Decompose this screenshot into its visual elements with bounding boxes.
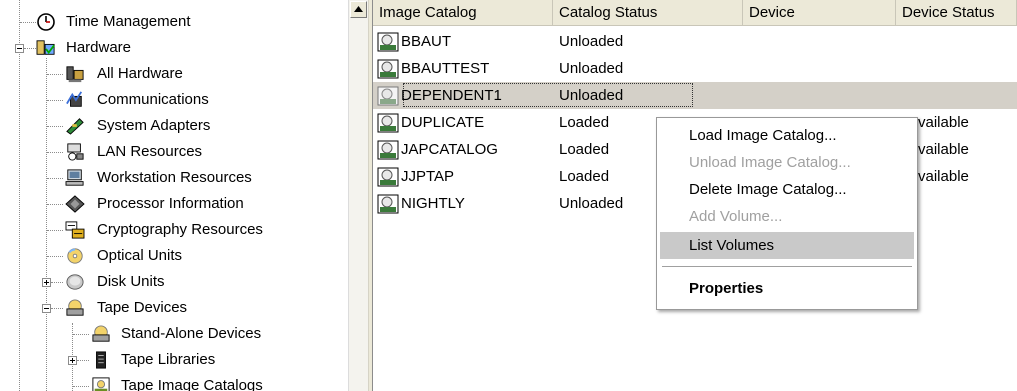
tree-item-lan-resources[interactable]: LAN Resources — [0, 139, 340, 165]
tree-item-stand-alone-devices[interactable]: Stand-Alone Devices — [0, 321, 340, 347]
image-catalog-icon — [377, 194, 399, 214]
list-header: Image Catalog Catalog Status Device Devi… — [373, 0, 1017, 26]
catalog-name: DEPENDENT1 — [401, 87, 502, 104]
tree-item-label: Disk Units — [97, 273, 165, 290]
optical-units-icon — [67, 248, 83, 264]
column-header-catalog-status[interactable]: Catalog Status — [553, 0, 743, 25]
cryptography-icon — [65, 221, 85, 239]
window: Time Management Hardware All Hardware Co… — [0, 0, 1017, 391]
tree-item-communications[interactable]: Communications — [0, 87, 340, 113]
system-adapters-icon — [66, 118, 84, 135]
communications-icon — [66, 91, 83, 107]
menu-item-load-image-catalog[interactable]: Load Image Catalog... — [660, 122, 914, 149]
device-status: vailable — [918, 168, 969, 185]
processor-icon — [65, 195, 85, 213]
menu-item-properties[interactable]: Properties — [660, 275, 914, 302]
image-catalog-icon — [377, 140, 399, 160]
image-catalog-icon — [377, 113, 399, 133]
table-row-selected[interactable]: DEPENDENT1 Unloaded — [373, 82, 1017, 109]
collapse-toggle[interactable] — [15, 44, 24, 53]
column-header-device-status[interactable]: Device Status — [896, 0, 1017, 25]
tape-image-catalogs-icon — [92, 377, 110, 391]
catalog-status: Unloaded — [559, 33, 624, 50]
tree-item-label: All Hardware — [97, 65, 183, 82]
tree-item-label: Stand-Alone Devices — [121, 325, 262, 342]
tree-item-label: Tape Devices — [97, 299, 188, 316]
image-catalog-icon — [377, 167, 399, 187]
column-header-device[interactable]: Device — [743, 0, 896, 25]
menu-item-delete-image-catalog[interactable]: Delete Image Catalog... — [660, 176, 914, 203]
tree-item-all-hardware[interactable]: All Hardware — [0, 61, 340, 87]
tree-scrollbar[interactable] — [348, 0, 369, 391]
workstation-icon — [65, 169, 84, 186]
tree-item-label: Processor Information — [97, 195, 244, 212]
tree-item-label: Hardware — [66, 39, 132, 56]
device-status: vailable — [918, 114, 969, 131]
tree-item-processor-information[interactable]: Processor Information — [0, 191, 340, 217]
tree-item-label: Workstation Resources — [97, 169, 252, 186]
tree-item-label: Tape Image Catalogs — [121, 377, 263, 391]
chevron-up-icon — [354, 6, 363, 12]
tree-item-hardware[interactable]: Hardware — [0, 35, 340, 61]
catalog-name: JAPCATALOG — [401, 141, 498, 158]
tree-item-label: Communications — [97, 91, 209, 108]
scroll-up-button[interactable] — [350, 1, 367, 18]
context-menu: Load Image Catalog... Unload Image Catal… — [656, 117, 918, 310]
tree-item-time-management[interactable]: Time Management — [0, 9, 340, 35]
tree-item-label: System Adapters — [97, 117, 211, 134]
tape-libraries-icon — [96, 351, 106, 369]
image-catalog-icon — [377, 86, 399, 106]
expand-toggle[interactable] — [42, 278, 51, 287]
tape-devices-icon — [66, 299, 84, 316]
stand-alone-devices-icon — [92, 325, 110, 342]
disk-units-icon — [66, 274, 84, 290]
tree-item-tape-image-catalogs[interactable]: Tape Image Catalogs — [0, 373, 340, 391]
tree-item-cryptography-resources[interactable]: Cryptography Resources — [0, 217, 340, 243]
expand-toggle[interactable] — [68, 356, 77, 365]
tree-item-tape-libraries[interactable]: Tape Libraries — [0, 347, 340, 373]
catalog-status: Unloaded — [559, 195, 624, 212]
tree-item-disk-units[interactable]: Disk Units — [0, 269, 340, 295]
catalog-status: Unloaded — [559, 60, 624, 77]
catalog-name: NIGHTLY — [401, 195, 465, 212]
catalog-name: BBAUT — [401, 33, 452, 50]
catalog-name: JJPTAP — [401, 168, 455, 185]
menu-item-unload-image-catalog: Unload Image Catalog... — [689, 154, 851, 171]
all-hardware-icon — [66, 66, 84, 83]
menu-separator — [662, 266, 912, 268]
catalog-name: DUPLICATE — [401, 114, 485, 131]
tree-item-label: LAN Resources — [97, 143, 203, 160]
table-row[interactable]: BBAUTTEST Unloaded — [373, 55, 1017, 82]
menu-item-list-volumes[interactable]: List Volumes — [660, 232, 914, 259]
tree-item-tape-devices[interactable]: Tape Devices — [0, 295, 340, 321]
table-row[interactable]: BBAUT Unloaded — [373, 28, 1017, 55]
tree-item-label: Tape Libraries — [121, 351, 216, 368]
column-header-image-catalog[interactable]: Image Catalog — [373, 0, 553, 25]
tree-item-label: Time Management — [66, 13, 191, 30]
tree-item-optical-units[interactable]: Optical Units — [0, 243, 340, 269]
lan-resources-icon — [67, 143, 84, 161]
clock-icon — [37, 13, 55, 31]
tree-item-label: Cryptography Resources — [97, 221, 263, 238]
tree-item-system-adapters[interactable]: System Adapters — [0, 113, 340, 139]
tree-item-label: Optical Units — [97, 247, 183, 264]
hardware-icon — [36, 40, 55, 55]
image-catalog-icon — [377, 59, 399, 79]
catalog-status: Loaded — [559, 114, 610, 131]
catalog-status: Loaded — [559, 141, 610, 158]
tree-item-workstation-resources[interactable]: Workstation Resources — [0, 165, 340, 191]
image-catalog-icon — [377, 32, 399, 52]
collapse-toggle[interactable] — [42, 304, 51, 313]
device-status: vailable — [918, 141, 969, 158]
catalog-status: Unloaded — [559, 87, 624, 104]
menu-item-add-volume: Add Volume... — [689, 208, 783, 225]
catalog-status: Loaded — [559, 168, 610, 185]
catalog-name: BBAUTTEST — [401, 60, 490, 77]
navigation-tree[interactable]: Time Management Hardware All Hardware Co… — [0, 0, 349, 391]
